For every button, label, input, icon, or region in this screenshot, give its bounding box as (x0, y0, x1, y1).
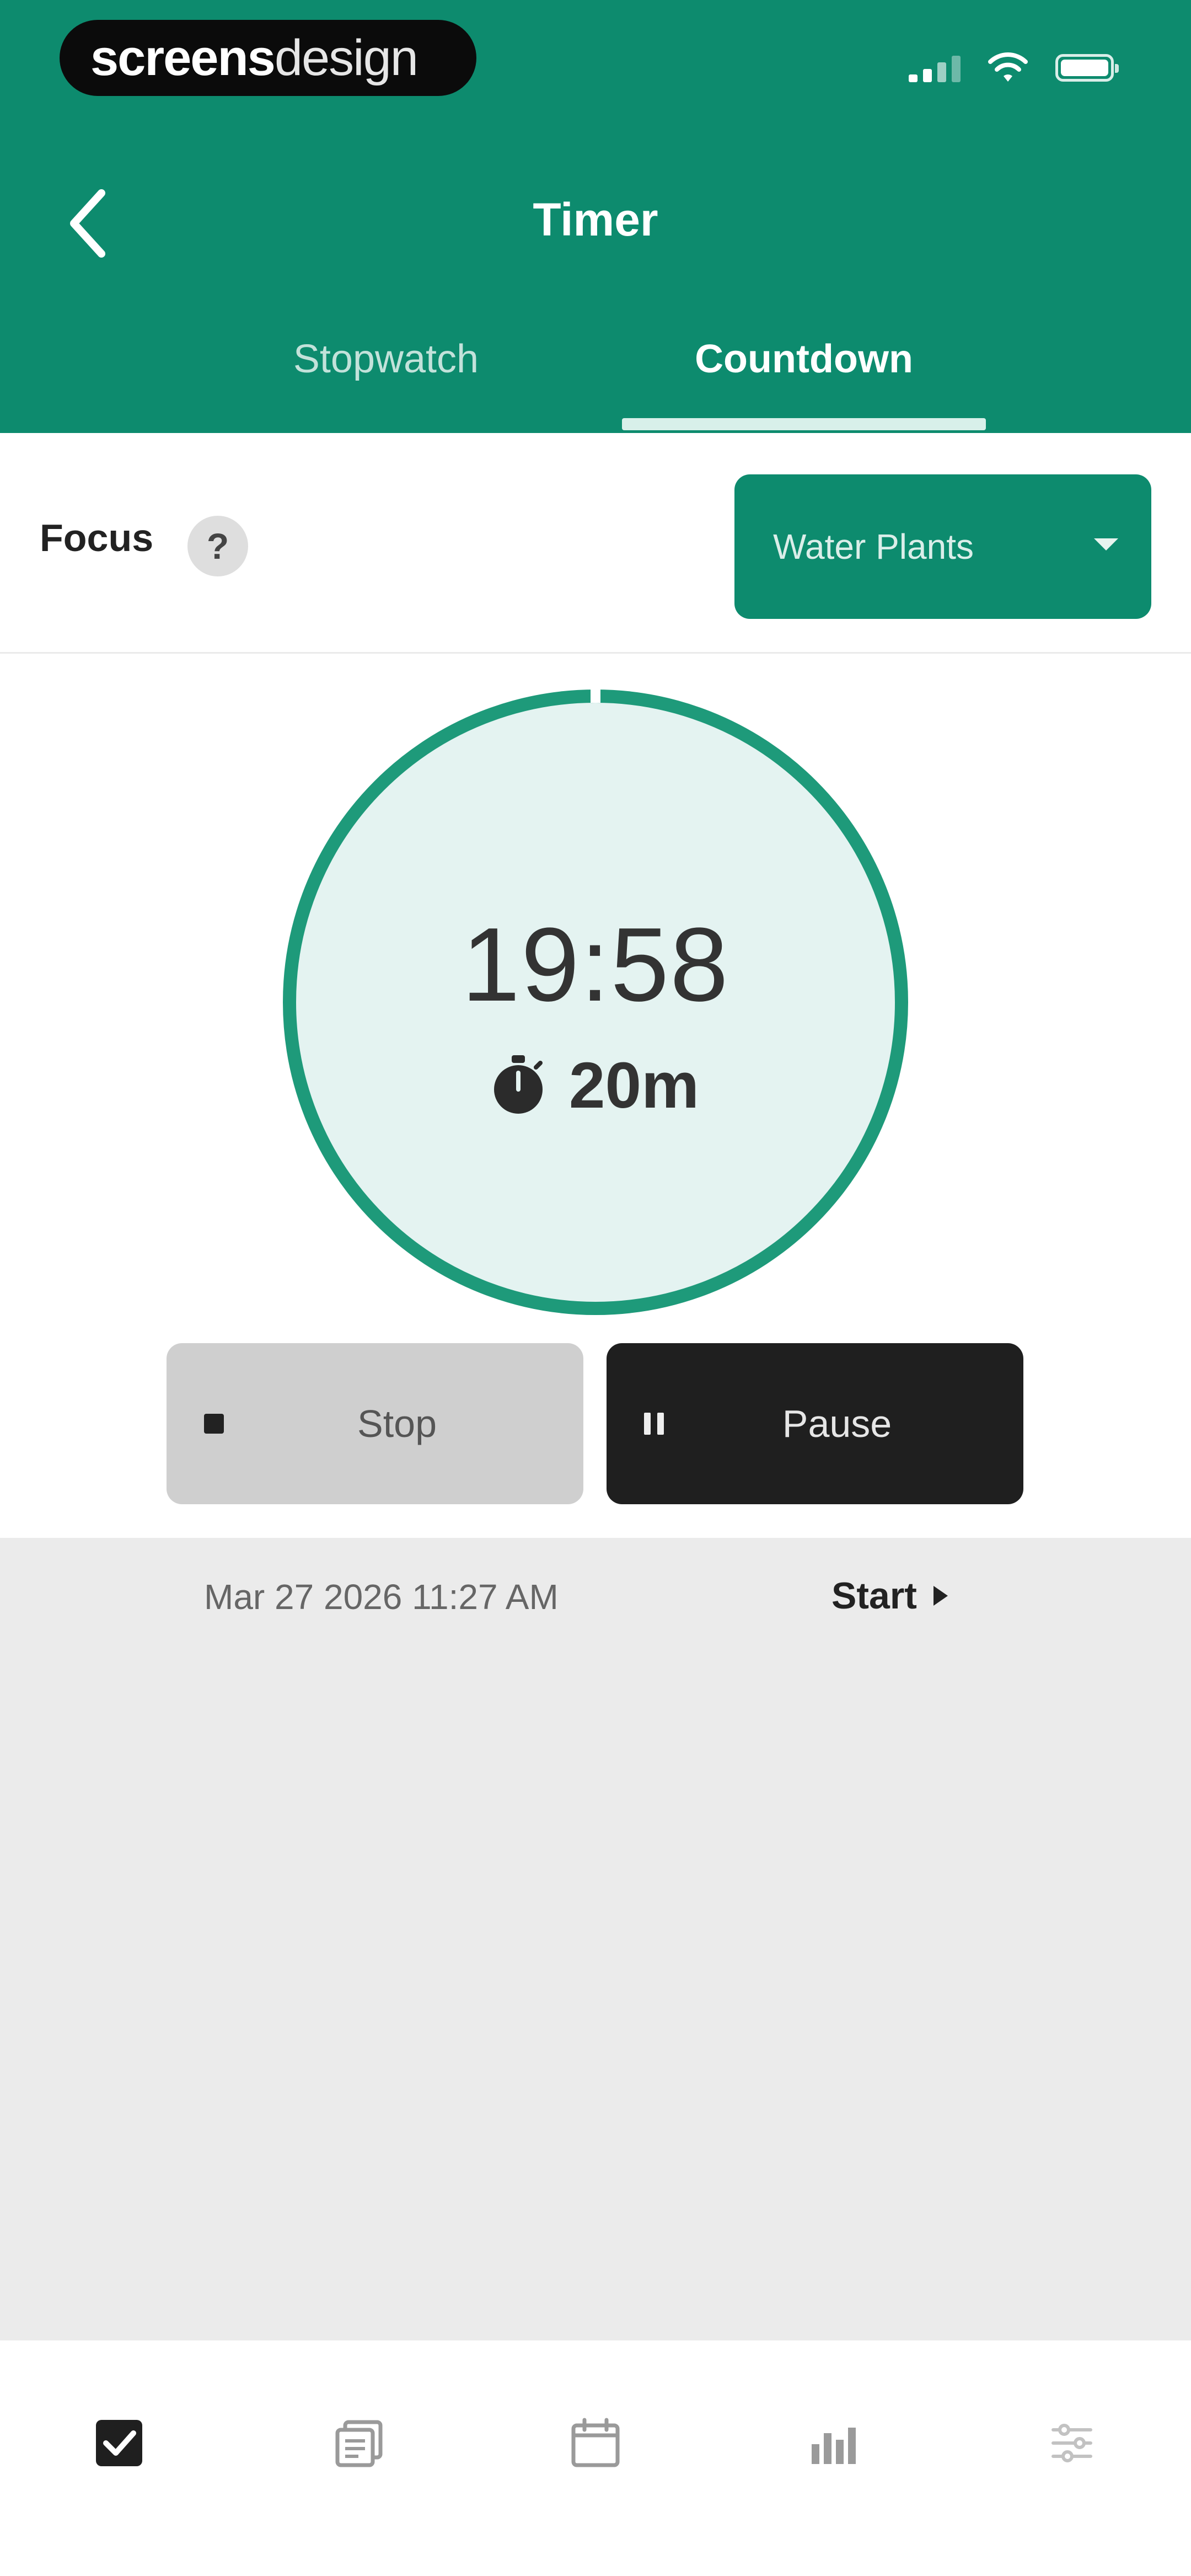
settings-icon (1051, 2424, 1092, 2462)
stats-icon (812, 2428, 856, 2464)
active-tab-indicator (622, 418, 986, 430)
focus-select-value: Water Plants (773, 527, 974, 566)
status-bar (909, 49, 1119, 87)
pause-button[interactable]: Pause (607, 1343, 1023, 1504)
page-title: Timer (533, 194, 658, 245)
log-entry-action: Start (831, 1574, 948, 1617)
battery-icon (1055, 54, 1119, 82)
log-entry-date: Mar 27 2026 11:27 AM (204, 1577, 559, 1617)
nav-item-settings[interactable] (1039, 2410, 1105, 2476)
duration-text: 20m (568, 1049, 700, 1122)
play-icon (933, 1586, 948, 1606)
bottom-nav (0, 2340, 1191, 2576)
stop-label: Stop (357, 1402, 437, 1445)
timer-duration: 20m (0, 1048, 1191, 1123)
nav-item-notes[interactable] (325, 2410, 391, 2476)
wifi-icon (988, 52, 1028, 82)
calendar-icon (571, 2418, 620, 2467)
stopwatch-icon (493, 1055, 543, 1114)
signal-icon (909, 54, 961, 82)
brand-badge: screensdesign (60, 20, 476, 96)
nav-item-stats[interactable] (800, 2410, 866, 2476)
help-icon[interactable]: ? (187, 516, 248, 576)
notes-icon (335, 2420, 383, 2467)
chevron-down-icon (1094, 538, 1118, 551)
brand-part-1: screens (90, 30, 276, 86)
nav-item-calendar[interactable] (562, 2410, 629, 2476)
focus-label: Focus (40, 516, 154, 559)
brand-part-2: design (274, 30, 419, 86)
tab-stopwatch[interactable]: Stopwatch (237, 336, 535, 392)
log-entry-action-label: Start (831, 1575, 917, 1617)
focus-select[interactable]: Water Plants (734, 474, 1151, 619)
session-log: Mar 27 2026 11:27 AM Start (0, 1538, 1191, 2340)
tasks-icon (96, 2420, 142, 2466)
app-header: screensdesign Timer Stopwatch Countdown (0, 0, 1191, 433)
tab-countdown[interactable]: Countdown (622, 336, 986, 392)
pause-label: Pause (782, 1402, 892, 1445)
timer-progress-tick (591, 690, 600, 703)
nav-item-tasks[interactable] (86, 2410, 152, 2476)
focus-row: Focus ? Water Plants (0, 433, 1191, 654)
stop-button[interactable]: Stop (167, 1343, 583, 1504)
time-remaining: 19:58 (462, 906, 729, 1023)
